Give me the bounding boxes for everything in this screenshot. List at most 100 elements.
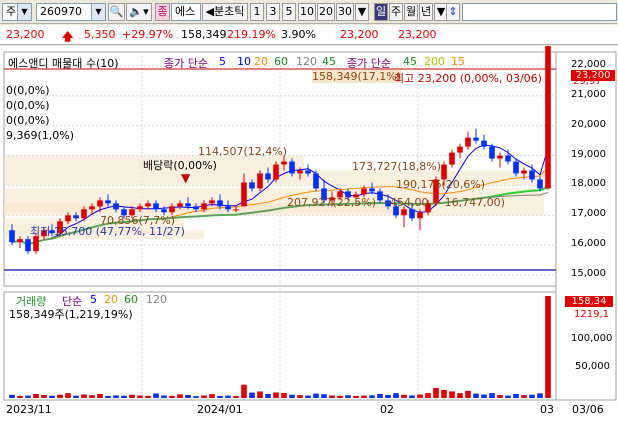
volume-bar (537, 393, 543, 398)
ask-price: 23,200 (340, 28, 379, 41)
volume-bar (153, 393, 159, 398)
pct-tag: 29,97 (573, 76, 602, 87)
candle-body (161, 209, 167, 213)
candle-body (65, 215, 71, 222)
stock-name-badge: 종 (155, 3, 170, 21)
volume-bar (241, 384, 247, 398)
interval-20[interactable]: 20 (317, 3, 335, 21)
tab-week[interactable]: 주 (389, 3, 403, 21)
volume-bar (449, 391, 455, 398)
candle-body (457, 146, 463, 153)
sma2-period-200: 200 (424, 55, 445, 68)
volume-bar (137, 395, 143, 398)
tab-day[interactable]: 일 (374, 3, 388, 21)
candle-body (465, 137, 471, 147)
candle-body (193, 206, 199, 210)
sma-legend-label: 종가 단순 (164, 57, 208, 70)
volume-bar (81, 394, 87, 398)
chevron-down-icon[interactable]: ▼ (17, 4, 31, 20)
volume-bar (249, 392, 255, 398)
candle-body (257, 173, 263, 189)
sma2-period-15: 15 (451, 55, 465, 68)
volume-bar (289, 394, 295, 398)
empty-field[interactable] (462, 3, 617, 21)
candle-body (305, 170, 311, 174)
candle-body (537, 179, 543, 189)
sma-period-120: 120 (296, 55, 317, 68)
interval-dropdown[interactable]: ▼ (355, 3, 369, 21)
candle-body (369, 188, 375, 192)
candle-body (265, 173, 271, 180)
volume-bar (193, 396, 199, 398)
volume-bar (489, 393, 495, 398)
candle-body (521, 170, 527, 174)
volume-sma-120: 120 (146, 293, 167, 306)
interval-1[interactable]: 1 (250, 3, 264, 21)
speaker-icon[interactable]: 🔈▾ (126, 3, 152, 21)
candle-body (377, 191, 383, 201)
candle-body (153, 203, 159, 210)
candle-body (185, 203, 191, 207)
volume-bar (313, 393, 319, 398)
stock-code-input[interactable]: 260970 ▼ (36, 3, 106, 21)
volume-bar (217, 395, 223, 398)
candle-body (137, 206, 143, 210)
info-line-4: 9,369(1,0%) (6, 129, 75, 142)
volume-bar (129, 394, 135, 398)
interval-5[interactable]: 5 (282, 3, 296, 21)
candle-body (417, 212, 423, 219)
candle-body (473, 137, 479, 141)
volume-bar (209, 394, 215, 398)
volume-bar (161, 395, 167, 398)
price-legend-title: 에스앤디 매물대 수(10) (8, 57, 119, 70)
period-tick-button[interactable]: ◀분초틱 (202, 3, 248, 21)
volume-bar (457, 393, 463, 398)
search-icon[interactable]: 🔍 (108, 3, 125, 21)
tab-year[interactable]: 년 (419, 3, 433, 21)
up-down-arrow-icon[interactable]: ⇕ (446, 3, 460, 21)
volume-bar (73, 395, 79, 398)
tab-month[interactable]: 월 (404, 3, 418, 21)
volume-bar (105, 395, 111, 398)
volume-bar (273, 392, 279, 398)
volume-bar (49, 395, 55, 398)
volume-ratio: 219.19% (227, 28, 276, 41)
volume-ytick-1: 1219,1 (574, 309, 609, 320)
volume-bar (417, 394, 423, 398)
profile-annotation-4: 190,176(20,6%) (396, 178, 486, 191)
candle-body (217, 200, 223, 207)
volume-bar (65, 393, 71, 398)
volume-ytick-2: 100,000 (571, 333, 613, 344)
chevron-down-icon[interactable]: ▼ (91, 4, 105, 20)
price-ytick: 22,000 (571, 58, 606, 70)
candle-body (105, 200, 111, 204)
volume-bar (473, 393, 479, 398)
turnover: 3.90% (281, 28, 316, 41)
volume-bar (41, 394, 47, 398)
volume-bar (97, 393, 103, 398)
volume-sma-60: 60 (124, 293, 138, 306)
volume-bar (465, 390, 471, 398)
candle-body (225, 206, 231, 210)
price-ytick: 21,000 (571, 88, 606, 100)
volume-bar (409, 395, 415, 398)
sma-period-5: 5 (219, 55, 226, 68)
volume-bar (369, 395, 375, 398)
price-ytick: 17,000 (571, 208, 606, 220)
market-select[interactable]: 주 ▼ (2, 3, 32, 21)
ex-dividend-label: 배당락(0,00%) (143, 159, 217, 172)
x-corner-label: 03/06 (572, 403, 604, 416)
interval-3[interactable]: 3 (266, 3, 280, 21)
candle-body (233, 209, 239, 211)
candle-body (177, 203, 183, 207)
volume-bar (89, 395, 95, 398)
interval-10[interactable]: 10 (298, 3, 316, 21)
volume-bar (185, 394, 191, 398)
interval-30[interactable]: 30 (336, 3, 354, 21)
sma-period-60: 60 (274, 55, 288, 68)
stock-code-value: 260970 (40, 5, 82, 18)
volume-bar (257, 391, 263, 398)
volume-profile-top-label: 158,349(17,1%) (312, 70, 402, 83)
volume-bar (297, 395, 303, 398)
chart-area[interactable]: 에스앤디 매물대 수(10) 종가 단순 5 10 20 60 120 45 종… (0, 46, 618, 421)
